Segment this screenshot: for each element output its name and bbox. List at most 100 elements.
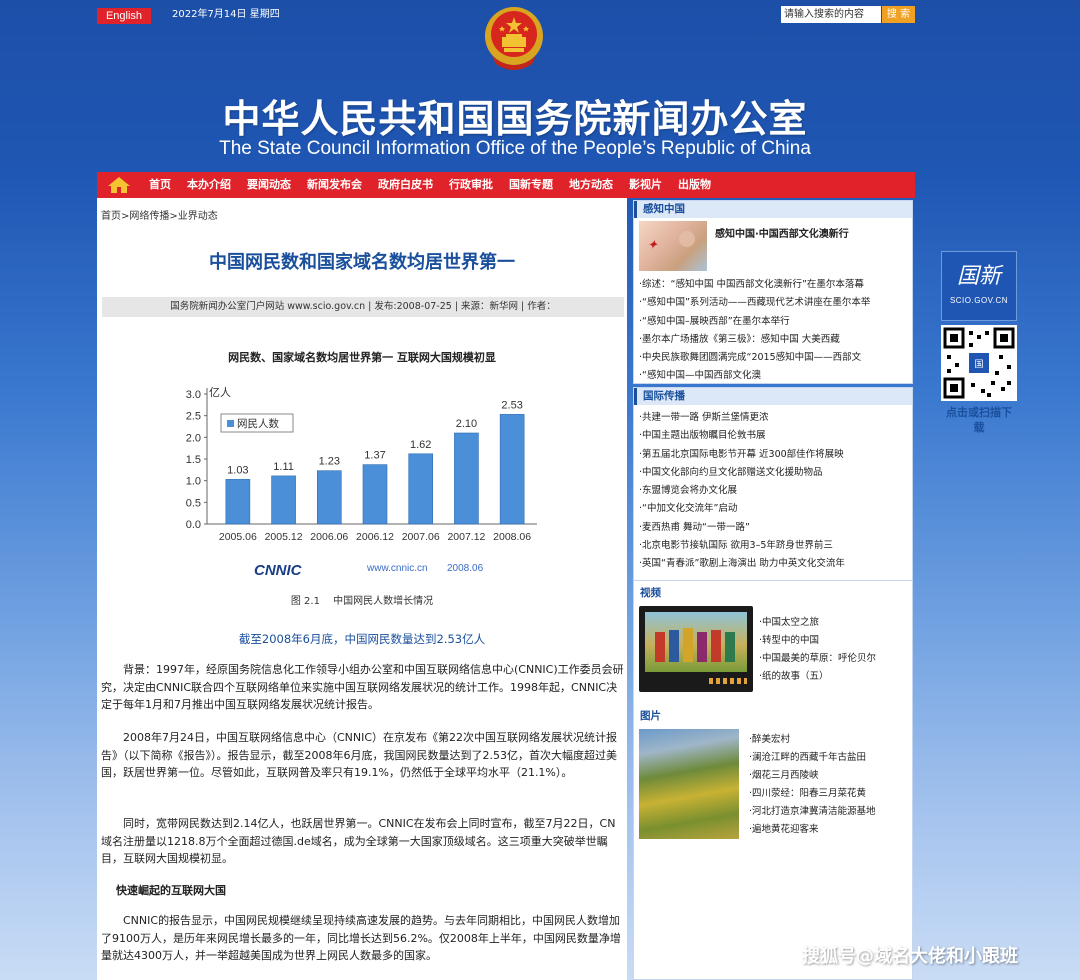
y-tick-label: 0.5 [186, 497, 201, 509]
data-label: 1.03 [227, 464, 248, 476]
chart-bar [225, 479, 251, 525]
watermark: 搜狐号@域名大佬和小跟班 [802, 946, 1018, 967]
nav-item-about[interactable]: 本办介绍 [179, 172, 239, 198]
list-item[interactable]: ·中国主题出版物瞩目伦敦书展 [639, 427, 907, 445]
breadcrumb[interactable]: 首页>网络传播>业界动态 [101, 207, 218, 222]
article-subheading: 截至2008年6月底，中国网民数量达到2.53亿人 [238, 632, 486, 646]
list-item[interactable]: ·中央民族歌舞团圆满完成“2015感知中国——西部文 [639, 349, 907, 367]
list-item[interactable]: ·麦西热甫 舞动“一带一路” [639, 519, 907, 537]
chart-bar [271, 475, 296, 525]
panel-header[interactable]: 感知中国 [634, 201, 912, 218]
svg-text:CNNIC: CNNIC [254, 562, 303, 579]
main-nav: 首页 本办介绍 要闻动态 新闻发布会 政府白皮书 行政审批 国新专题 地方动态 … [97, 172, 915, 198]
y-tick-label: 2.0 [186, 432, 201, 444]
data-label: 2.53 [501, 399, 522, 411]
svg-text:国: 国 [974, 359, 983, 370]
figure-caption: 图 2.1 中国网民人数增长情况 [290, 596, 434, 607]
site-title-en: The State Council Information Office of … [219, 138, 811, 159]
search-button[interactable]: 搜 索 [882, 6, 915, 23]
home-icon[interactable] [97, 172, 141, 198]
photo-list: ·醉美宏村 ·澜沧江畔的西藏千年古盐田 ·烟花三月西陵峡 ·四川荥经：阳春三月菜… [739, 729, 876, 839]
nav-item-local[interactable]: 地方动态 [561, 172, 621, 198]
list-item[interactable]: ·纸的故事（五） [759, 668, 876, 686]
x-tick-label: 2005.06 [219, 531, 257, 543]
video-list: ·中国太空之旅 ·转型中的中国 ·中国最美的草原：呼伦贝尔 ·纸的故事（五） [753, 606, 876, 692]
panel-perceive-china: 感知中国 ✦ 感知中国·中国西部文化澳新行 ·综述：“感知中国 中国西部文化澳新… [633, 200, 913, 384]
list-item[interactable]: ·中国太空之旅 [759, 614, 876, 632]
y-tick-label: 1.5 [186, 454, 201, 466]
national-emblem-icon [485, 7, 543, 70]
netizen-bar-chart: 0.0 0.5 1.0 1.5 2.0 2.5 3.0 亿人网民人数 1.03 2005.06 1.… [186, 386, 537, 543]
photo-header[interactable]: 图片 [634, 696, 912, 725]
feature-title[interactable]: 感知中国·中国西部文化澳新行 [707, 221, 849, 269]
list-item[interactable]: ·烟花三月西陵峡 [749, 767, 876, 785]
list-item[interactable]: ·“感知中国”系列活动——西藏现代艺术讲座在墨尔本举 [639, 294, 907, 312]
nav-item-videos[interactable]: 影视片 [621, 172, 670, 198]
site-title-cn: 中华人民共和国国务院新闻办公室 [222, 96, 808, 141]
data-label: 1.37 [364, 450, 385, 462]
list-item[interactable]: ·共建一带一路 伊斯兰堡情更浓 [639, 409, 907, 427]
chart-title: 网民数、国家域名数均居世界第一 互联网大国规模初显 [228, 351, 496, 364]
nav-item-press-conference[interactable]: 新闻发布会 [299, 172, 370, 198]
chart-bar [362, 464, 388, 525]
list-item[interactable]: ·中国最美的草原：呼伦贝尔 [759, 650, 876, 668]
list-item[interactable]: ·综述：“感知中国 中国西部文化澳新行”在墨尔本落幕 [639, 276, 907, 294]
video-header[interactable]: 视频 [634, 581, 912, 602]
list-item[interactable]: ·醉美宏村 [749, 731, 876, 749]
y-tick-label: 3.0 [186, 389, 201, 401]
list-item[interactable]: ·“感知中国—中国西部文化澳 [639, 367, 907, 385]
list-item[interactable]: ·四川荥经：阳春三月菜花黄 [749, 785, 876, 803]
article-paragraph: 背景：1997年，经原国务院信息化工作领导小组办公室和中国互联网络信息中心(CN… [101, 663, 624, 711]
photo-thumbnail[interactable] [639, 729, 739, 839]
download-caption[interactable]: 点击或扫描下载 [941, 401, 1017, 435]
chart-bar [454, 432, 479, 525]
list-item[interactable]: ·中国文化部向约旦文化部赠送文化援助物品 [639, 464, 907, 482]
list-item[interactable]: ·第五届北京国际电影节开幕 近300部佳作将展映 [639, 446, 907, 464]
legend-swatch [227, 420, 234, 427]
list-item[interactable]: ·澜沧江畔的西藏千年古盐田 [749, 749, 876, 767]
y-tick-label: 0.0 [186, 519, 201, 531]
scio-app-logo[interactable]: 国新 SCIO.GOV.CN [941, 251, 1017, 321]
article-title: 中国网民数和国家域名数均居世界第一 [209, 252, 515, 273]
chart-bar [316, 470, 342, 525]
svg-text:✦: ✦ [647, 238, 659, 253]
nav-item-home[interactable]: 首页 [141, 172, 179, 198]
news-list: ·共建一带一路 伊斯兰堡情更浓 ·中国主题出版物瞩目伦敦书展 ·第五届北京国际电… [634, 405, 912, 576]
chart-bar [408, 453, 434, 525]
feature-image[interactable]: ✦ [639, 221, 707, 271]
x-tick-label: 2007.12 [447, 531, 485, 543]
video-controls [709, 678, 747, 684]
y-tick-label: 1.0 [186, 476, 201, 488]
x-tick-label: 2005.12 [265, 531, 303, 543]
list-item[interactable]: ·转型中的中国 [759, 632, 876, 650]
video-thumbnail[interactable] [639, 606, 753, 692]
nav-item-topics[interactable]: 国新专题 [501, 172, 561, 198]
list-item[interactable]: ·河北打造京津冀清洁能源基地 [749, 803, 876, 821]
feature-item[interactable]: ✦ 感知中国·中国西部文化澳新行 [634, 218, 912, 272]
list-item[interactable]: ·墨尔本广场播放《第三极》：感知中国 大美西藏 [639, 331, 907, 349]
list-item[interactable]: ·“感知中国–展映西部”在墨尔本举行 [639, 313, 907, 331]
chart-bar [499, 414, 525, 525]
article-paragraph: 2008年7月24日，中国互联网络信息中心（CNNIC）在京发布《第22次中国互… [101, 731, 618, 779]
english-button[interactable]: English [97, 8, 151, 24]
search-input[interactable] [781, 6, 881, 23]
list-item[interactable]: ·东盟博览会将办文化展 [639, 482, 907, 500]
article-paragraph: CNNIC的报告显示，中国网民规模继续呈现持续高速发展的趋势。与去年同期相比，中… [101, 914, 621, 962]
section-heading: 快速崛起的互联网大国 [116, 884, 226, 897]
panel-header[interactable]: 国际传播 [634, 388, 912, 405]
article-paragraph: 同时，宽带网民数达到2.14亿人，也跃居世界第一。CNNIC在发布会上同时宣布，… [101, 817, 616, 865]
y-tick-label: 2.5 [186, 411, 201, 423]
photo-block: ·醉美宏村 ·澜沧江畔的西藏千年古盐田 ·烟花三月西陵峡 ·四川荥经：阳春三月菜… [634, 725, 912, 843]
list-item[interactable]: ·“中加文化交流年”启动 [639, 500, 907, 518]
qr-code-icon[interactable]: 国 [941, 325, 1017, 401]
nav-item-publications[interactable]: 出版物 [670, 172, 719, 198]
list-item[interactable]: ·遍地黄花迎客来 [749, 821, 876, 839]
x-tick-label: 2007.06 [402, 531, 440, 543]
nav-item-white-papers[interactable]: 政府白皮书 [370, 172, 441, 198]
list-item[interactable]: ·北京电影节接轨国际 欲用3–5年跻身世界前三 [639, 537, 907, 555]
video-block: ·中国太空之旅 ·转型中的中国 ·中国最美的草原：呼伦贝尔 ·纸的故事（五） [634, 602, 912, 696]
x-tick-label: 2006.12 [356, 531, 394, 543]
list-item[interactable]: ·英国“青春派”歌剧上海演出 助力中英文化交流年 [639, 555, 907, 573]
nav-item-approvals[interactable]: 行政审批 [441, 172, 501, 198]
nav-item-news[interactable]: 要闻动态 [239, 172, 299, 198]
